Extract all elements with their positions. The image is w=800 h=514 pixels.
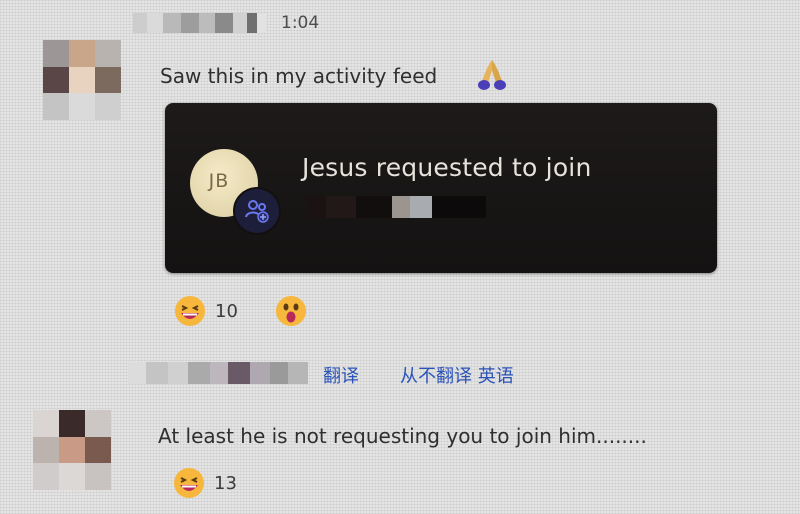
reaction-count: 13 (214, 472, 237, 494)
reaction-count: 10 (215, 300, 238, 322)
sender-avatar[interactable] (43, 40, 121, 120)
notification-subtitle-redacted (306, 196, 486, 218)
notification-title: Jesus requested to join (302, 153, 592, 182)
sender-name-redacted (128, 362, 308, 384)
translate-link[interactable]: 翻译 (323, 362, 359, 388)
group-join-badge-icon (233, 187, 281, 235)
surprised-emoji-icon (276, 296, 306, 326)
laughing-emoji-icon (175, 296, 205, 326)
folded-hands-icon (478, 60, 506, 90)
sender-name-redacted (133, 13, 267, 33)
message-timestamp: 1:04 (281, 13, 320, 33)
never-translate-english-link[interactable]: 从不翻译 英语 (400, 362, 514, 388)
message-text: At least he is not requesting you to joi… (158, 424, 647, 448)
activity-notification-card[interactable]: JB Jesus requested to join (165, 103, 717, 273)
reaction-laugh[interactable]: 13 (164, 463, 249, 503)
reaction-surprised[interactable] (266, 291, 316, 331)
reaction-laugh[interactable]: 10 (165, 291, 250, 331)
laughing-emoji-icon (174, 468, 204, 498)
avatar-initials: JB (208, 170, 230, 192)
message-text: Saw this in my activity feed (160, 64, 438, 88)
sender-avatar[interactable] (33, 410, 111, 490)
